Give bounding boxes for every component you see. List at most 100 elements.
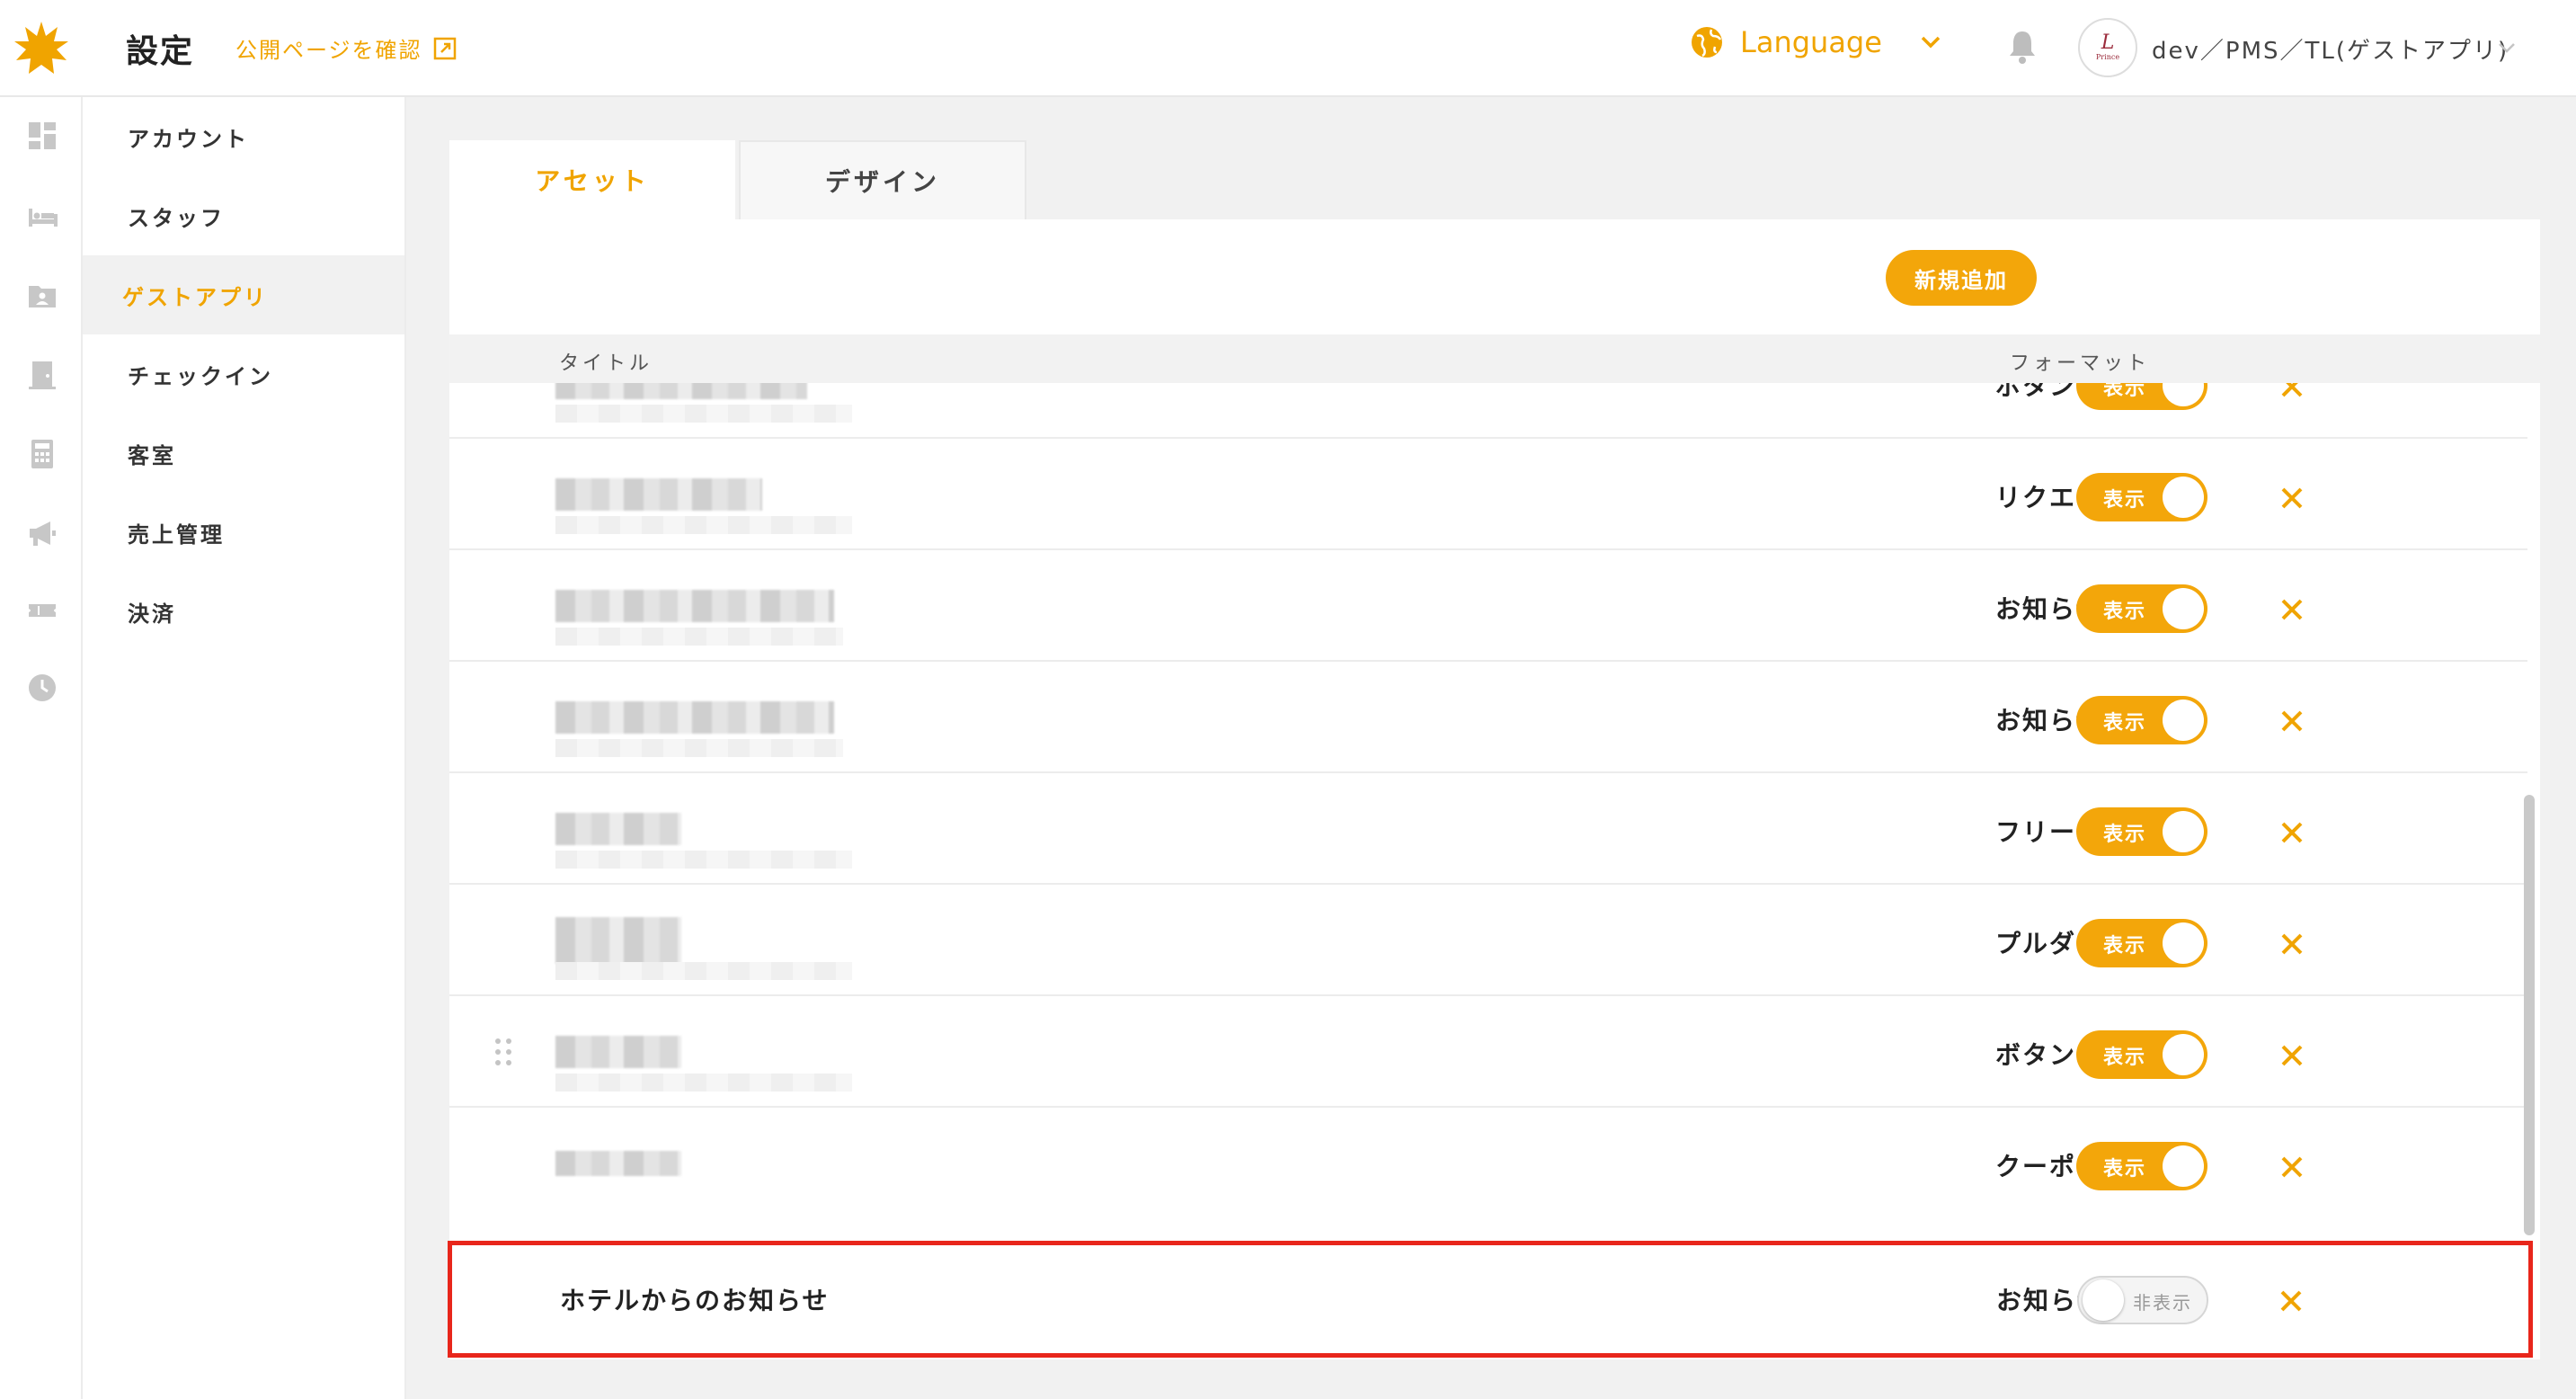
svg-text:Prince: Prince: [2096, 53, 2119, 61]
hotel-logo-icon: L Prince: [2096, 31, 2119, 61]
bed-icon[interactable]: [27, 201, 58, 232]
delete-button[interactable]: [2270, 383, 2314, 408]
visibility-toggle[interactable]: 表示: [2076, 1030, 2207, 1079]
subnav-item-payment[interactable]: 決済: [83, 572, 404, 651]
visibility-toggle[interactable]: 表示: [2076, 473, 2207, 521]
close-icon: [2280, 1290, 2302, 1312]
highlighted-table-row[interactable]: ホテルからのお知らせ お知らせ 非表示: [448, 1241, 2533, 1358]
close-icon: [2281, 710, 2303, 732]
close-icon: [2281, 383, 2303, 397]
calculator-icon[interactable]: [27, 439, 58, 469]
toggle-label: 表示: [2103, 1047, 2147, 1069]
asset-list: ボタン(1) 表示 リクエスト 表示 お知らせ 表示 お知らせ 表示 フリーテキ…: [449, 383, 2527, 1235]
visibility-toggle[interactable]: 表示: [2076, 919, 2207, 967]
subnav-item-rooms[interactable]: 客室: [83, 414, 404, 493]
svg-text:L: L: [2101, 31, 2115, 54]
toggle-label: 表示: [2103, 489, 2147, 512]
delete-button[interactable]: [2270, 700, 2314, 743]
user-name[interactable]: dev／PMS／TL(ゲストアプリ): [2152, 32, 2509, 66]
clock-icon[interactable]: [27, 673, 58, 703]
visibility-toggle[interactable]: 非表示: [2077, 1276, 2208, 1324]
avatar[interactable]: L Prince: [2078, 18, 2137, 77]
close-icon: [2281, 599, 2303, 620]
icon-rail: [0, 97, 83, 1399]
redacted-title: [555, 590, 834, 622]
delete-button[interactable]: [2270, 1145, 2314, 1189]
visibility-toggle[interactable]: 表示: [2076, 807, 2207, 856]
sun-logo-icon[interactable]: [13, 20, 70, 77]
globe-icon: [1692, 27, 1722, 58]
toggle-knob: [2083, 1279, 2124, 1321]
toggle-label: 表示: [2103, 383, 2147, 400]
redacted-subtitle: [555, 405, 852, 423]
language-selector[interactable]: Language: [1690, 25, 1943, 59]
redacted-subtitle: [555, 628, 843, 646]
language-label: Language: [1740, 25, 1882, 59]
toggle-knob: [2163, 1145, 2204, 1187]
toggle-knob: [2163, 588, 2204, 629]
door-icon[interactable]: [27, 360, 58, 390]
subnav-item-sales[interactable]: 売上管理: [83, 493, 404, 572]
delete-button[interactable]: [2270, 588, 2314, 631]
visibility-toggle[interactable]: 表示: [2076, 696, 2207, 744]
redacted-subtitle: [555, 1074, 852, 1092]
user-chevron-down-icon[interactable]: [2495, 36, 2518, 59]
toggle-label: 表示: [2103, 935, 2147, 958]
toggle-knob: [2163, 922, 2204, 964]
toggle-label: 表示: [2103, 1158, 2147, 1181]
subnav-item-checkin[interactable]: チェックイン: [83, 334, 404, 414]
table-row[interactable]: ボタン(2) 表示: [449, 996, 2527, 1108]
table-row[interactable]: リクエスト 表示: [449, 439, 2527, 550]
subnav-item-guest-app[interactable]: ゲストアプリ: [83, 255, 404, 334]
delete-button[interactable]: [2270, 477, 2314, 520]
toggle-label: 非表示: [2133, 1292, 2192, 1314]
top-header: 設定 公開ページを確認 Language L Prince dev／PMS／TL…: [0, 0, 2576, 97]
redacted-title: [555, 478, 762, 511]
tab-design[interactable]: デザイン: [739, 140, 1026, 219]
delete-button[interactable]: [2270, 811, 2314, 854]
table-row[interactable]: ボタン(1) 表示: [449, 383, 2527, 439]
delete-button[interactable]: [2270, 1279, 2313, 1323]
column-header-format: フォーマット: [2010, 352, 2151, 375]
delete-button[interactable]: [2270, 1034, 2314, 1077]
ticket-icon[interactable]: [27, 595, 58, 626]
table-row[interactable]: お知らせ 表示: [449, 550, 2527, 662]
add-new-button[interactable]: 新規追加: [1886, 250, 2037, 306]
subnav-item-account[interactable]: アカウント: [83, 97, 404, 176]
subnav-item-staff[interactable]: スタッフ: [83, 176, 404, 255]
visibility-toggle[interactable]: 表示: [2076, 383, 2207, 410]
page-title: 設定: [126, 33, 195, 70]
close-icon: [2281, 1045, 2303, 1066]
bell-icon[interactable]: [2006, 29, 2039, 65]
visibility-toggle[interactable]: 表示: [2076, 584, 2207, 633]
redacted-subtitle: [555, 851, 852, 869]
dashboard-icon[interactable]: [27, 120, 58, 151]
close-icon: [2281, 933, 2303, 955]
redacted-subtitle: [555, 516, 852, 534]
table-row[interactable]: お知らせ 表示: [449, 662, 2527, 773]
redacted-title: [555, 701, 834, 734]
table-row[interactable]: フリーテキスト 表示: [449, 773, 2527, 885]
table-row[interactable]: クーポン 表示: [449, 1108, 2527, 1219]
redacted-title: [555, 813, 681, 845]
megaphone-icon[interactable]: [27, 518, 58, 548]
redacted-title: [555, 383, 807, 399]
drag-handle-icon[interactable]: [493, 1036, 514, 1068]
public-page-link[interactable]: 公開ページを確認: [235, 32, 457, 64]
tab-assets[interactable]: アセット: [449, 140, 735, 219]
visibility-toggle[interactable]: 表示: [2076, 1142, 2207, 1190]
table-row[interactable]: プルダウン 表示: [449, 885, 2527, 996]
toggle-knob: [2163, 1034, 2204, 1075]
list-scrollbar[interactable]: [2524, 795, 2535, 1235]
close-icon: [2281, 487, 2303, 509]
toggle-label: 表示: [2103, 601, 2147, 623]
redacted-subtitle: [555, 739, 843, 757]
delete-button[interactable]: [2270, 922, 2314, 966]
redacted-title: [555, 917, 681, 964]
close-icon: [2281, 1156, 2303, 1178]
table-header: タイトル フォーマット: [449, 334, 2540, 383]
public-page-link-label: 公開ページを確認: [235, 38, 422, 63]
row-title: ホテルからのお知らせ: [560, 1286, 830, 1315]
guest-folder-icon[interactable]: [27, 281, 58, 311]
column-header-title: タイトル: [559, 352, 653, 375]
